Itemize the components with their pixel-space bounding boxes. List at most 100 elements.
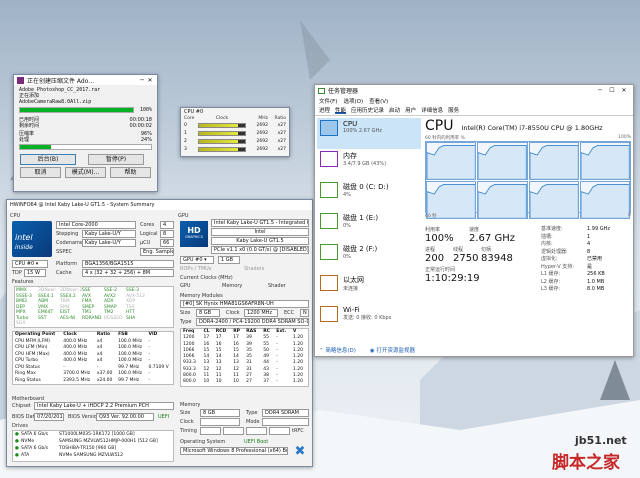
sidebar-item[interactable]: 以太网 未连接 bbox=[317, 273, 421, 304]
close-summary-icon[interactable]: ✖ bbox=[293, 445, 307, 459]
drive-row: ● SATA 6 Gb/s ST1000LM035-1RK172 [1000 GB] bbox=[13, 431, 173, 438]
drive-interface: SATA 6 Gb/s bbox=[21, 432, 49, 437]
tdp-label: TDP bbox=[12, 270, 22, 276]
core-usage-area bbox=[580, 145, 629, 180]
help-button[interactable]: 帮助 bbox=[110, 167, 151, 178]
timing-cell: 27 bbox=[246, 379, 252, 385]
tab-0[interactable]: 进程 bbox=[319, 106, 330, 114]
title-bar: HWiNFO64 @ Intel Kaby Lake-U GT1.5 - Sys… bbox=[7, 200, 312, 210]
sidebar-item[interactable]: Wi-Fi 发送: 0 接收: 0 Kbps bbox=[317, 304, 421, 335]
drive-name: NVMe SAMSUNG MZVLW512 bbox=[59, 453, 124, 458]
performance-sidebar: CPU 100% 2.67 GHz 内存 3.4/7.9 GB (43%) 磁盘 0 (… bbox=[317, 118, 421, 340]
sidebar-item[interactable]: 磁盘 0 (C: D:) 4% bbox=[317, 180, 421, 211]
core-graph bbox=[426, 142, 477, 181]
tab-1[interactable]: 性能 bbox=[335, 106, 347, 114]
cancel-button[interactable]: 取消 bbox=[20, 167, 61, 178]
sidebar-item[interactable]: 磁盘 2 (F:) 0% bbox=[317, 242, 421, 273]
minimize-button[interactable]: ─ bbox=[138, 77, 146, 84]
background-button[interactable]: 后台(B) bbox=[20, 154, 76, 165]
sidebar-item[interactable]: 内存 3.4/7.9 GB (43%) bbox=[317, 149, 421, 180]
cpu-clock-row: 1 2692 x27 bbox=[181, 129, 289, 137]
cpu-detail-panel: CPU Intel(R) Core(TM) i7-8550U CPU @ 1.8… bbox=[425, 118, 631, 340]
spec-label: L3 缓存: bbox=[541, 286, 561, 292]
gpu-codename-field: Kaby Lake-U GT1.5 bbox=[211, 237, 309, 245]
trfc-label: tRFC bbox=[292, 428, 304, 434]
graph-min: 0 bbox=[628, 213, 631, 218]
minimize-button[interactable]: ─ bbox=[594, 87, 606, 94]
op-cell: 99.7 MHz bbox=[118, 377, 140, 383]
col-ratio: Ratio bbox=[274, 116, 286, 121]
pause-button[interactable]: 暂停(P) bbox=[88, 154, 144, 165]
timing-field bbox=[269, 427, 290, 435]
spec-label: L2 缓存: bbox=[541, 278, 561, 285]
op-header: VID bbox=[148, 332, 158, 337]
feature-flag: SGX bbox=[16, 321, 26, 326]
core-usage-area bbox=[529, 184, 578, 219]
tab-3[interactable]: 启动 bbox=[389, 106, 400, 114]
cpu-select[interactable]: CPU #0 ▾ bbox=[12, 260, 48, 268]
sidebar-subtitle: 0% bbox=[343, 223, 351, 229]
cores-label: Cores bbox=[140, 222, 155, 228]
gpu-vendor-field: Intel bbox=[211, 228, 309, 236]
core-ratio: x27 bbox=[277, 138, 286, 144]
sidebar-text: 磁盘 1 (E:) 0% bbox=[343, 213, 378, 229]
tab-2[interactable]: 应用历史记录 bbox=[351, 106, 384, 114]
tab-4[interactable]: 用户 bbox=[405, 106, 416, 114]
spec-row: Hyper-V 支持: 是 bbox=[541, 264, 631, 272]
core-id: 0 bbox=[184, 122, 187, 128]
drive-interface: ATA bbox=[21, 453, 30, 458]
handles-value: 83948 bbox=[481, 253, 513, 264]
drive-name: TOSHIBA-TR150 [960 GB] bbox=[59, 446, 117, 451]
gpu-select[interactable]: GPU #0 ▾ bbox=[180, 256, 214, 264]
module-ecc-label: ECC bbox=[284, 310, 295, 316]
tab-6[interactable]: 服务 bbox=[448, 106, 459, 114]
sidebar-text: 磁盘 0 (C: D:) 4% bbox=[343, 182, 389, 198]
sidebar-item[interactable]: CPU 100% 2.67 GHz bbox=[317, 118, 421, 149]
timing-field bbox=[200, 427, 221, 435]
close-button[interactable]: ✕ bbox=[618, 87, 630, 94]
menu-item[interactable]: 选项(O) bbox=[343, 97, 363, 105]
mode-button[interactable]: 模式(M)... bbox=[65, 167, 106, 178]
close-button[interactable]: ✕ bbox=[146, 77, 154, 84]
sidebar-title: CPU bbox=[343, 120, 358, 128]
tab-5[interactable]: 详细信息 bbox=[421, 106, 443, 114]
memory-type-label: Type bbox=[246, 410, 258, 416]
maximize-button[interactable]: ☐ bbox=[606, 87, 618, 94]
drives-label: Drives bbox=[12, 423, 28, 429]
menu-bar: 文件(F) 选项(O) 查看(V) bbox=[315, 96, 633, 105]
timing-cell: 1.20 bbox=[292, 379, 303, 385]
spec-row: 逻辑处理器: 8 bbox=[541, 249, 631, 257]
feature-flag: AES-NI bbox=[60, 315, 76, 321]
sidebar-text: Wi-Fi 发送: 0 接收: 0 Kbps bbox=[343, 306, 391, 321]
title-bar: 任务管理器 ─ ☐ ✕ bbox=[315, 85, 633, 96]
cpu-section-label: CPU bbox=[10, 213, 21, 219]
processed-label: 处理 bbox=[19, 137, 30, 143]
watermark-site: jb51.net bbox=[575, 434, 627, 447]
sidebar-text: 磁盘 2 (F:) 0% bbox=[343, 244, 377, 260]
sidebar-thumb bbox=[320, 151, 338, 167]
menu-item[interactable]: 文件(F) bbox=[319, 97, 337, 105]
os-boot-mode: UEFI Boot bbox=[244, 439, 269, 445]
spec-value: 8.0 MB bbox=[587, 286, 605, 292]
sidebar-thumb bbox=[320, 275, 338, 291]
processed-value: 24% bbox=[140, 137, 152, 143]
drive-interface: NVMe bbox=[21, 439, 35, 444]
winrar-icon bbox=[17, 76, 24, 84]
spec-row: L1 缓存: 256 KB bbox=[541, 271, 631, 279]
total-progress-bar bbox=[19, 144, 152, 150]
features-label: Features bbox=[12, 279, 34, 285]
title-bar: 正在创建压缩文件 Ado... ─ ✕ bbox=[14, 75, 157, 85]
open-resource-monitor-link[interactable]: ◉ 打开资源监视器 bbox=[370, 346, 415, 354]
memory-module-select[interactable]: [#0] SK Hynix HMA81GS6AFR8N-UH bbox=[180, 300, 309, 308]
op-header: Ratio bbox=[96, 332, 111, 337]
spec-row: 虚拟化: 已禁用 bbox=[541, 256, 631, 264]
feature-flag: RDRAND bbox=[82, 315, 102, 321]
sidebar-item[interactable]: 磁盘 1 (E:) 0% bbox=[317, 211, 421, 242]
bios-date-value: 07/20/2017 bbox=[34, 413, 64, 421]
sspec-value: Eng. Sample bbox=[140, 248, 174, 256]
menu-item[interactable]: 查看(V) bbox=[369, 97, 388, 105]
fewer-details-link[interactable]: ⌃ 简略信息(D) bbox=[319, 346, 356, 354]
remaining-label: 剩余时间 bbox=[19, 123, 40, 129]
spec-value: 已禁用 bbox=[587, 256, 603, 262]
spec-value: 是 bbox=[587, 263, 593, 270]
